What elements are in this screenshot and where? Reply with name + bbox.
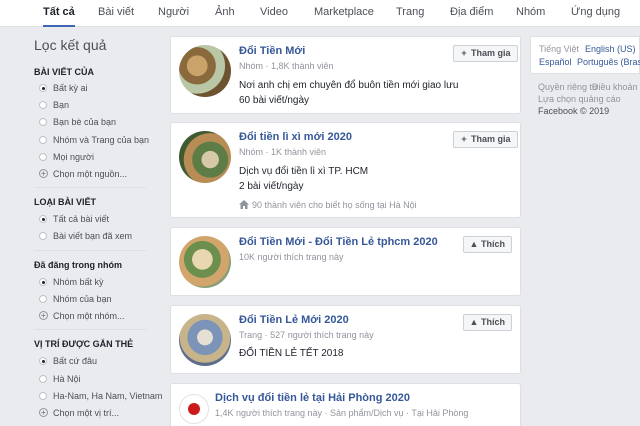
tab-places[interactable]: Địa điểm (450, 0, 493, 27)
home-icon (239, 200, 249, 209)
like-button[interactable]: ▲ Thích (463, 236, 512, 253)
tab-photos[interactable]: Ảnh (215, 0, 235, 27)
result-post-frequency: 60 bài viết/ngày (239, 95, 310, 106)
language-portuguese-link[interactable]: Português (Brasil) (577, 57, 640, 67)
filter-panel: Lọc kết quả BÀI VIẾT CỦA Bất kỳ ai Bạn B… (34, 37, 163, 418)
divider (34, 329, 146, 330)
result-title[interactable]: Dịch vụ đổi tiền lẻ tại Hải Phòng 2020 (215, 392, 410, 404)
radio-icon (39, 118, 47, 126)
search-tabs: Tất cả Bài viết Người Ảnh Video Marketpl… (0, 0, 640, 27)
filter-title: Lọc kết quả (34, 37, 107, 53)
page-profile-image[interactable] (179, 394, 209, 424)
filter-heading-tagged-location: VỊ TRÍ ĐƯỢC GẮN THẺ (34, 339, 134, 349)
tab-people[interactable]: Người (158, 0, 189, 27)
current-language: Tiếng Việt (539, 44, 580, 54)
page-profile-image[interactable] (179, 236, 231, 288)
radio-selected-icon (39, 215, 47, 223)
result-meta: Nhóm · 1K thành viên (239, 147, 327, 157)
result-post-frequency: 2 bài viết/ngày (239, 181, 304, 192)
radio-icon (39, 375, 47, 383)
filter-heading-posted-by: BÀI VIẾT CỦA (34, 67, 95, 77)
radio-selected-icon (39, 357, 47, 365)
result-card: Dịch vụ đổi tiền lẻ tại Hải Phòng 2020 1… (170, 383, 521, 426)
language-box: Tiếng Việt English (US) Español Portuguê… (530, 36, 640, 74)
radio-icon (39, 392, 47, 400)
plus-icon: + (461, 134, 467, 144)
result-card: Đổi Tiền Lẻ Mới 2020 Trang · 527 người t… (170, 305, 521, 374)
result-card: Đổi Tiền Mới Nhóm · 1,8K thành viên Nơi … (170, 36, 521, 114)
tab-apps[interactable]: Ứng dụng (571, 0, 620, 27)
radio-icon (39, 295, 47, 303)
result-title[interactable]: Đổi Tiền Mới (239, 45, 305, 57)
radio-selected-icon (39, 84, 47, 92)
result-card: Đổi Tiền Mới - Đổi Tiền Lẻ tphcm 2020 10… (170, 227, 521, 296)
result-meta: 10K người thích trang này (239, 252, 344, 262)
like-button[interactable]: ▲ Thích (463, 314, 512, 331)
radio-icon (39, 232, 47, 240)
result-description: ĐỔI TIỀN LẺ TẾT 2018 (239, 348, 344, 359)
like-icon: ▲ (469, 239, 479, 249)
terms-link[interactable]: Điều khoản (592, 82, 638, 92)
tab-groups[interactable]: Nhóm (516, 0, 545, 27)
filter-heading-posted-in-group: Đã đăng trong nhóm (34, 260, 122, 270)
radio-icon (39, 153, 47, 161)
tab-pages[interactable]: Trang (396, 0, 424, 27)
result-title[interactable]: Đổi tiền lì xì mới 2020 (239, 131, 352, 143)
group-cover-image[interactable] (179, 45, 231, 97)
language-english-link[interactable]: English (US) (585, 44, 636, 54)
result-meta: Trang · 527 người thích trang này (239, 330, 374, 340)
result-description: Nơi anh chị em chuyên đổ buôn tiền mới g… (239, 80, 459, 91)
join-button[interactable]: + Tham gia (453, 45, 518, 62)
plus-circle-icon: + (39, 169, 48, 178)
group-cover-image[interactable] (179, 131, 231, 183)
result-title[interactable]: Đổi Tiền Mới - Đổi Tiền Lẻ tphcm 2020 (239, 236, 438, 248)
radio-icon (39, 136, 47, 144)
plus-icon: + (461, 48, 467, 58)
divider (34, 187, 146, 188)
radio-icon (39, 101, 47, 109)
tab-videos[interactable]: Video (260, 0, 288, 27)
plus-circle-icon: + (39, 408, 48, 417)
plus-circle-icon: + (39, 311, 48, 320)
copyright: Facebook © 2019 (538, 106, 610, 116)
ad-choices-link[interactable]: Lựa chọn quảng cáo (538, 94, 621, 104)
result-meta: Nhóm · 1,8K thành viên (239, 61, 334, 71)
filter-heading-post-type: LOẠI BÀI VIẾT (34, 197, 97, 207)
like-icon: ▲ (469, 317, 479, 327)
divider (34, 250, 146, 251)
page-profile-image[interactable] (179, 314, 231, 366)
result-member-location: 90 thành viên cho biết họ sống tại Hà Nộ… (239, 200, 417, 210)
tab-all[interactable]: Tất cả (43, 0, 75, 27)
language-spanish-link[interactable]: Español (539, 57, 572, 67)
tab-posts[interactable]: Bài viết (98, 0, 134, 27)
privacy-link[interactable]: Quyền riêng tư (538, 82, 598, 92)
result-description: Dịch vụ đổi tiền lì xì TP. HCM (239, 166, 369, 177)
join-button[interactable]: + Tham gia (453, 131, 518, 148)
radio-selected-icon (39, 278, 47, 286)
result-card: Đổi tiền lì xì mới 2020 Nhóm · 1K thành … (170, 122, 521, 218)
result-title[interactable]: Đổi Tiền Lẻ Mới 2020 (239, 314, 349, 326)
result-meta: 1,4K người thích trang này · Sản phẩm/Dị… (215, 408, 469, 418)
tab-marketplace[interactable]: Marketplace (314, 0, 374, 27)
